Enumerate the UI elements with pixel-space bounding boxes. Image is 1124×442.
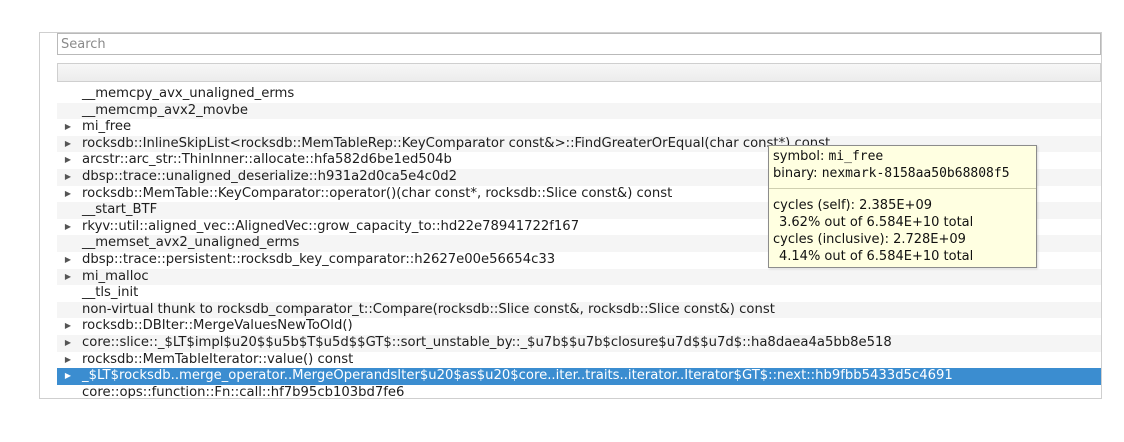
tree-row[interactable]: ▶ mi_free bbox=[57, 119, 1101, 136]
tree-row[interactable]: ▶ rocksdb::DBIter::MergeValuesNewToOld() bbox=[57, 318, 1101, 335]
expand-arrow-icon[interactable]: ▶ bbox=[64, 368, 72, 385]
tree-row-label: core::slice::_$LT$impl$u20$$u5b$T$u5d$$G… bbox=[82, 334, 892, 350]
tooltip-symbol-label: symbol: bbox=[773, 149, 825, 164]
tooltip-binary-value: nexmark-8158aa50b68808f5 bbox=[821, 166, 1010, 181]
tree-row[interactable]: non-virtual thunk to rocksdb_comparator_… bbox=[57, 301, 1101, 319]
tree-row-label: _$LT$rocksdb..merge_operator..MergeOpera… bbox=[82, 368, 953, 384]
expand-arrow-icon[interactable]: ▶ bbox=[64, 219, 72, 236]
tooltip-cycles-self-pct: 3.62% out of 6.584E+10 total bbox=[779, 215, 974, 230]
tree-row-label: mi_free bbox=[82, 119, 132, 135]
tree-row[interactable]: __memcmp_avx2_movbe bbox=[57, 102, 1101, 120]
expand-arrow-icon[interactable]: ▶ bbox=[64, 136, 72, 153]
tooltip-cycles-inclusive: cycles (inclusive): 2.728E+09 bbox=[773, 232, 966, 247]
tree-row-label: mi_malloc bbox=[82, 268, 149, 284]
tooltip-cycles-self: cycles (self): 2.385E+09 bbox=[773, 198, 932, 213]
tooltip-symbol-line: symbol: mi_free bbox=[773, 148, 1032, 165]
tree-row[interactable]: core::ops::function::Fn::call::hf7b95cb1… bbox=[57, 384, 1101, 399]
expand-arrow-icon[interactable]: ▶ bbox=[64, 152, 72, 169]
tree-row-label: dbsp::trace::unaligned_deserialize::h931… bbox=[82, 168, 458, 184]
tooltip-divider bbox=[769, 188, 1036, 189]
tree-row[interactable]: __tls_init bbox=[57, 285, 1101, 302]
tree-row-label: core::ops::function::Fn::call::hf7b95cb1… bbox=[82, 384, 405, 399]
tree-row-label: arcstr::arc_str::ThinInner::allocate::hf… bbox=[82, 152, 452, 168]
tree-row-label: rocksdb::DBIter::MergeValuesNewToOld() bbox=[82, 318, 353, 334]
column-header-bar[interactable] bbox=[57, 63, 1101, 82]
tree-row[interactable]: ▶ rocksdb::MemTableIterator::value() cons… bbox=[57, 352, 1101, 369]
tree-row[interactable]: __memcpy_avx_unaligned_erms bbox=[57, 86, 1101, 103]
expand-arrow-icon[interactable]: ▶ bbox=[64, 252, 72, 269]
tree-row-label: rocksdb::InlineSkipList<rocksdb::MemTabl… bbox=[82, 135, 831, 151]
tree-row-label: non-virtual thunk to rocksdb_comparator_… bbox=[82, 301, 775, 317]
tree-row-label: rocksdb::MemTableIterator::value() const bbox=[82, 351, 354, 367]
search-input[interactable] bbox=[57, 33, 1101, 55]
tree-row-label: __start_BTF bbox=[82, 202, 158, 218]
tree-row[interactable]: ▶ core::slice::_$LT$impl$u20$$u5b$T$u5d$$… bbox=[57, 334, 1101, 352]
tree-row-label: __memcmp_avx2_movbe bbox=[82, 102, 248, 118]
expand-arrow-icon[interactable]: ▶ bbox=[64, 119, 72, 136]
tree-row-label: dbsp::trace::persistent::rocksdb_key_com… bbox=[82, 251, 556, 267]
tooltip-binary-line: binary: nexmark-8158aa50b68808f5 bbox=[773, 165, 1032, 182]
expand-arrow-icon[interactable]: ▶ bbox=[64, 169, 72, 186]
tree-row-label: __memset_avx2_unaligned_erms bbox=[82, 235, 300, 251]
symbol-tooltip: symbol: mi_free binary: nexmark-8158aa50… bbox=[768, 145, 1037, 268]
tooltip-symbol-value: mi_free bbox=[828, 149, 884, 164]
expand-arrow-icon[interactable]: ▶ bbox=[64, 352, 72, 369]
tree-row-label: rocksdb::MemTable::KeyComparator::operat… bbox=[82, 185, 673, 201]
tree-row-selected[interactable]: ▶ _$LT$rocksdb..merge_operator..MergeOper… bbox=[57, 368, 1101, 385]
expand-arrow-icon[interactable]: ▶ bbox=[64, 318, 72, 335]
tooltip-binary-label: binary: bbox=[773, 166, 818, 181]
tree-row-label: __tls_init bbox=[82, 285, 139, 301]
tooltip-cycles-inclusive-pct: 4.14% out of 6.584E+10 total bbox=[779, 249, 974, 264]
expand-arrow-icon[interactable]: ▶ bbox=[64, 269, 72, 286]
tree-row[interactable]: ▶ mi_malloc bbox=[57, 268, 1101, 286]
expand-arrow-icon[interactable]: ▶ bbox=[64, 335, 72, 352]
expand-arrow-icon[interactable]: ▶ bbox=[64, 186, 72, 203]
tree-row-label: rkyv::util::aligned_vec::AlignedVec::gro… bbox=[82, 218, 580, 234]
tree-row-label: __memcpy_avx_unaligned_erms bbox=[82, 86, 295, 101]
